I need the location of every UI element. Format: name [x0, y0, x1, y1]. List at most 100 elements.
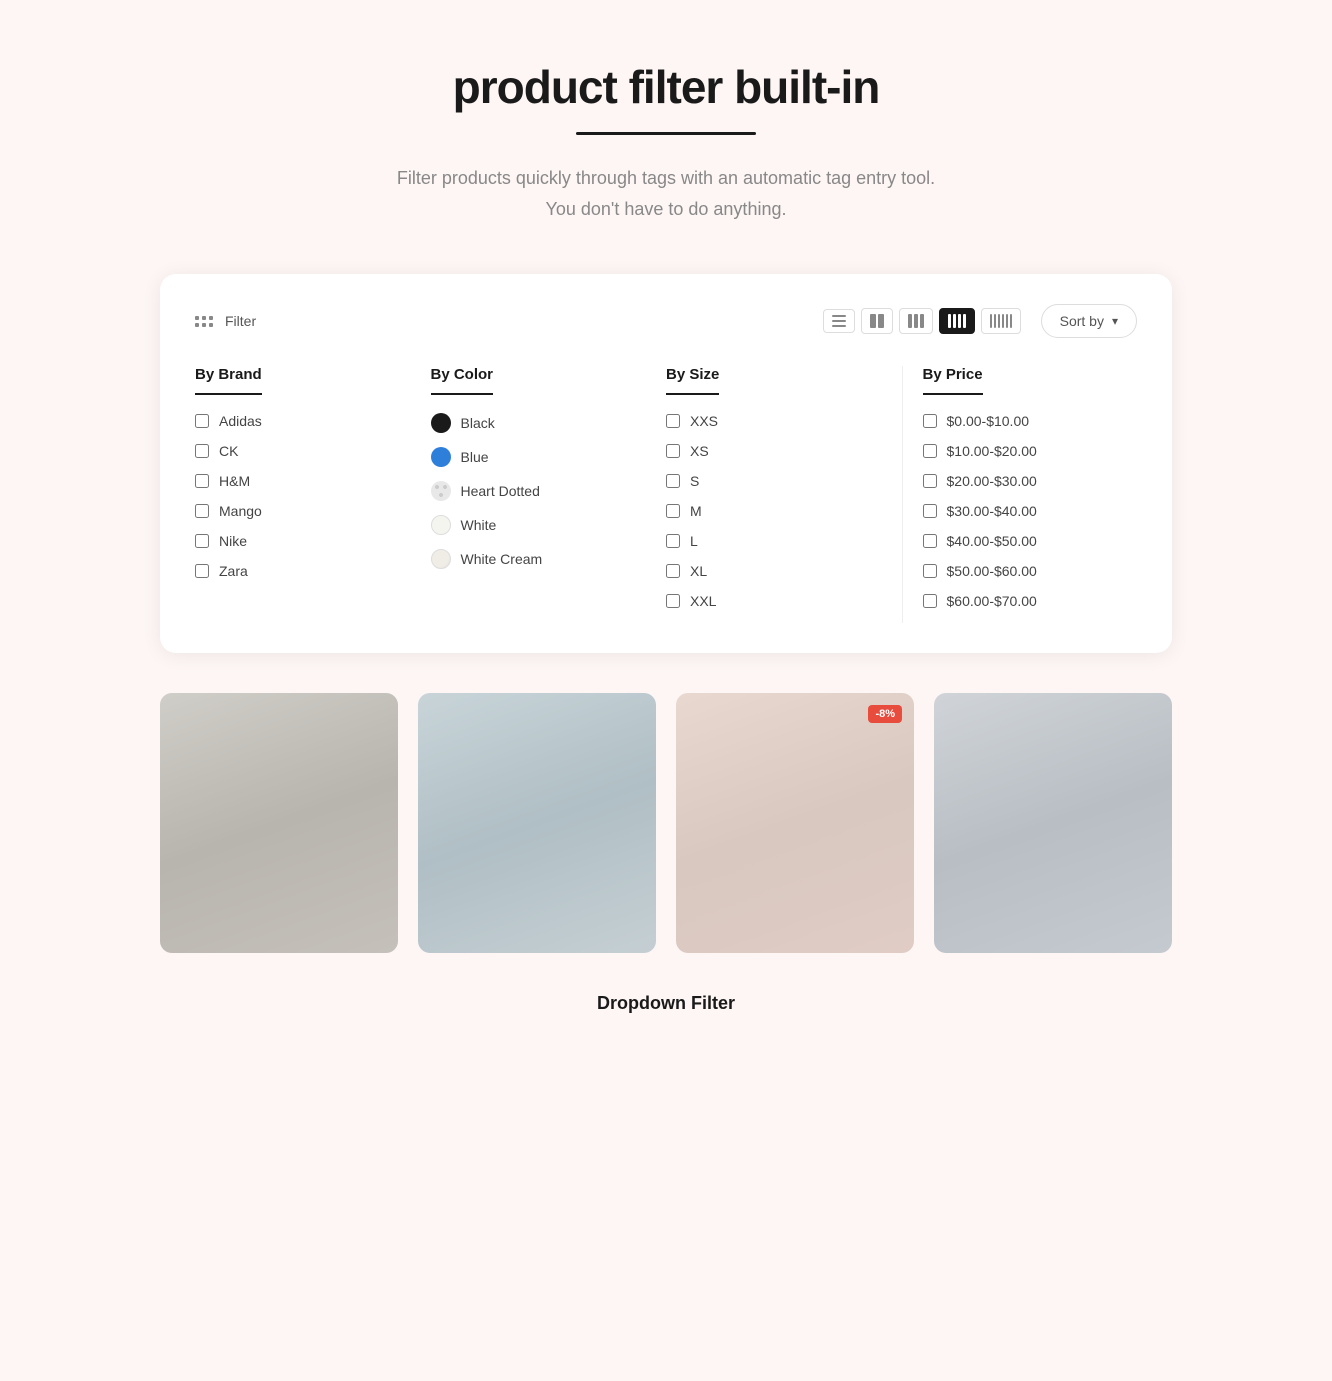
toolbar: Filter — [195, 304, 1137, 338]
price-label: $0.00-$10.00 — [947, 413, 1030, 429]
price-checkbox[interactable] — [923, 474, 937, 488]
page-title: product filter built-in — [160, 60, 1172, 114]
price-label: $40.00-$50.00 — [947, 533, 1037, 549]
header-section: product filter built-in Filter products … — [160, 60, 1172, 224]
size-label: XXL — [690, 593, 716, 609]
list-item[interactable]: $60.00-$70.00 — [923, 593, 1118, 609]
product-image — [418, 693, 656, 953]
price-label: $50.00-$60.00 — [947, 563, 1037, 579]
filter-price: By Price $0.00-$10.00 $10.00-$20.00 $20.00… — [902, 366, 1138, 623]
size-checkbox[interactable] — [666, 564, 680, 578]
filter-brand: By Brand Adidas CK H&M Mango Nike Zara — [195, 366, 431, 623]
brand-checkbox[interactable] — [195, 504, 209, 518]
title-underline — [576, 132, 756, 135]
brand-label: H&M — [219, 473, 250, 489]
color-label: Black — [461, 415, 495, 431]
view-3col-button[interactable] — [899, 308, 933, 334]
list-item[interactable]: White — [431, 515, 647, 535]
list-item[interactable]: Blue — [431, 447, 647, 467]
list-item[interactable]: Mango — [195, 503, 411, 519]
list-item[interactable]: $20.00-$30.00 — [923, 473, 1118, 489]
list-item[interactable]: H&M — [195, 473, 411, 489]
product-grid: -8% — [160, 693, 1172, 953]
size-label: S — [690, 473, 699, 489]
list-item[interactable]: $0.00-$10.00 — [923, 413, 1118, 429]
price-title: By Price — [923, 366, 983, 395]
brand-items: Adidas CK H&M Mango Nike Zara — [195, 413, 411, 579]
view-2col-button[interactable] — [861, 308, 893, 334]
list-item[interactable]: M — [666, 503, 882, 519]
size-checkbox[interactable] — [666, 414, 680, 428]
sort-dropdown[interactable]: Sort by ▾ — [1041, 304, 1137, 338]
filter-icon — [195, 316, 213, 327]
brand-checkbox[interactable] — [195, 414, 209, 428]
view-list-button[interactable] — [823, 309, 855, 333]
size-label: M — [690, 503, 702, 519]
list-item[interactable]: XXL — [666, 593, 882, 609]
color-swatch — [431, 549, 451, 569]
list-item[interactable]: Heart Dotted — [431, 481, 647, 501]
brand-label: Adidas — [219, 413, 262, 429]
price-checkbox[interactable] — [923, 444, 937, 458]
size-checkbox[interactable] — [666, 504, 680, 518]
filter-size: By Size XXS XS SML XL XXL — [666, 366, 902, 623]
brand-checkbox[interactable] — [195, 534, 209, 548]
color-label: White Cream — [461, 551, 543, 567]
price-label: $30.00-$40.00 — [947, 503, 1037, 519]
list-item[interactable]: $40.00-$50.00 — [923, 533, 1118, 549]
list-item[interactable]: Adidas — [195, 413, 411, 429]
color-label: White — [461, 517, 497, 533]
price-checkbox[interactable] — [923, 504, 937, 518]
price-label: $60.00-$70.00 — [947, 593, 1037, 609]
color-label: Blue — [461, 449, 489, 465]
product-image — [160, 693, 398, 953]
price-checkbox[interactable] — [923, 534, 937, 548]
list-item[interactable]: $50.00-$60.00 — [923, 563, 1118, 579]
list-item[interactable]: CK — [195, 443, 411, 459]
list-item[interactable]: S — [666, 473, 882, 489]
subtitle: Filter products quickly through tags wit… — [316, 163, 1016, 224]
view-4col-button[interactable] — [939, 308, 975, 334]
size-title: By Size — [666, 366, 719, 395]
brand-checkbox[interactable] — [195, 474, 209, 488]
brand-title: By Brand — [195, 366, 262, 395]
price-items: $0.00-$10.00 $10.00-$20.00 $20.00-$30.00 $3… — [923, 413, 1118, 609]
list-item[interactable]: XL — [666, 563, 882, 579]
list-item[interactable]: $10.00-$20.00 — [923, 443, 1118, 459]
list-item[interactable]: L — [666, 533, 882, 549]
list-item[interactable]: Black — [431, 413, 647, 433]
list-item[interactable]: $30.00-$40.00 — [923, 503, 1118, 519]
view-6col-button[interactable] — [981, 308, 1021, 334]
color-title: By Color — [431, 366, 494, 395]
size-checkbox[interactable] — [666, 534, 680, 548]
brand-label: Mango — [219, 503, 262, 519]
brand-label: Zara — [219, 563, 248, 579]
size-checkbox[interactable] — [666, 474, 680, 488]
filter-button[interactable]: Filter — [195, 313, 256, 329]
list-item[interactable]: XXS — [666, 413, 882, 429]
color-label: Heart Dotted — [461, 483, 540, 499]
list-item[interactable]: XS — [666, 443, 882, 459]
price-checkbox[interactable] — [923, 414, 937, 428]
size-label: XS — [690, 443, 709, 459]
product-card[interactable] — [934, 693, 1172, 953]
price-checkbox[interactable] — [923, 564, 937, 578]
color-swatch — [431, 447, 451, 467]
product-card[interactable]: -8% — [676, 693, 914, 953]
price-checkbox[interactable] — [923, 594, 937, 608]
brand-checkbox[interactable] — [195, 444, 209, 458]
filter-color: By Color Black Blue Heart Dotted White White… — [431, 366, 667, 623]
size-checkbox[interactable] — [666, 594, 680, 608]
size-checkbox[interactable] — [666, 444, 680, 458]
list-item[interactable]: White Cream — [431, 549, 647, 569]
color-swatch — [431, 481, 451, 501]
list-item[interactable]: Nike — [195, 533, 411, 549]
brand-checkbox[interactable] — [195, 564, 209, 578]
product-card[interactable] — [160, 693, 398, 953]
product-card[interactable] — [418, 693, 656, 953]
view-icons — [823, 308, 1021, 334]
product-image — [676, 693, 914, 953]
list-item[interactable]: Zara — [195, 563, 411, 579]
price-label: $20.00-$30.00 — [947, 473, 1037, 489]
brand-label: Nike — [219, 533, 247, 549]
